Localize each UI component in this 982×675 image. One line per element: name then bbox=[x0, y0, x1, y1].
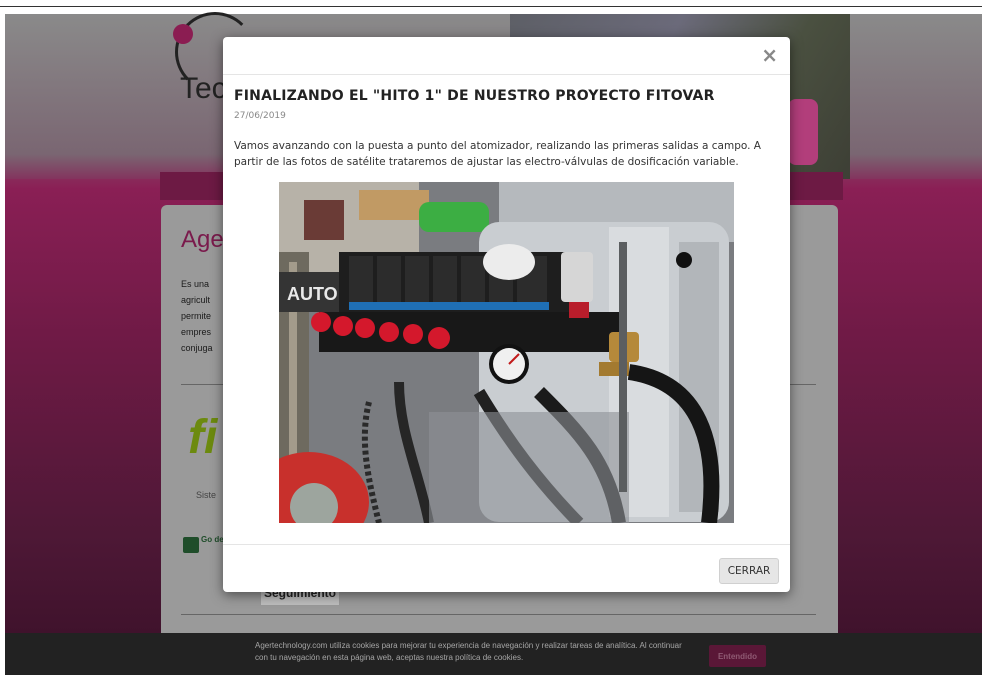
photo-brand-text: AUTO bbox=[287, 284, 338, 304]
content-panel-title: Age bbox=[181, 226, 224, 253]
post-body: Vamos avanzando con la puesta a punto de… bbox=[234, 140, 761, 168]
cookie-accept-button[interactable]: Entendido bbox=[709, 645, 766, 667]
news-modal: × FINALIZANDO EL "HITO 1" DE NUESTRO PRO… bbox=[223, 37, 790, 592]
government-logo-icon bbox=[183, 537, 199, 553]
post-date: 27/06/2019 bbox=[234, 111, 286, 121]
fitovar-logo: fi bbox=[188, 411, 218, 464]
close-icon[interactable]: × bbox=[761, 45, 778, 65]
cookie-notice-text: Agertechnology.com utiliza cookies para … bbox=[255, 641, 682, 662]
sprayer-valves-photo: AUTO bbox=[279, 182, 734, 523]
government-logo: Go de bbox=[183, 535, 225, 557]
cerrar-button[interactable]: CERRAR bbox=[719, 558, 779, 584]
site-logo-text[interactable]: Tec bbox=[180, 72, 227, 106]
content-panel-text: Es una agricult permite empres conjuga bbox=[181, 279, 213, 353]
site-logo-dot bbox=[173, 24, 193, 44]
post-photo: AUTO bbox=[279, 182, 734, 523]
content-caption: Siste bbox=[196, 490, 217, 500]
government-logo-text: Go de bbox=[201, 535, 224, 544]
window-top-rule bbox=[0, 0, 982, 7]
content-divider-bottom bbox=[181, 614, 816, 615]
header-hero-accent bbox=[788, 99, 818, 165]
post-title: FINALIZANDO EL "HITO 1" DE NUESTRO PROYE… bbox=[234, 88, 715, 104]
modal-footer: CERRAR bbox=[223, 544, 790, 592]
modal-header: × bbox=[223, 37, 790, 75]
